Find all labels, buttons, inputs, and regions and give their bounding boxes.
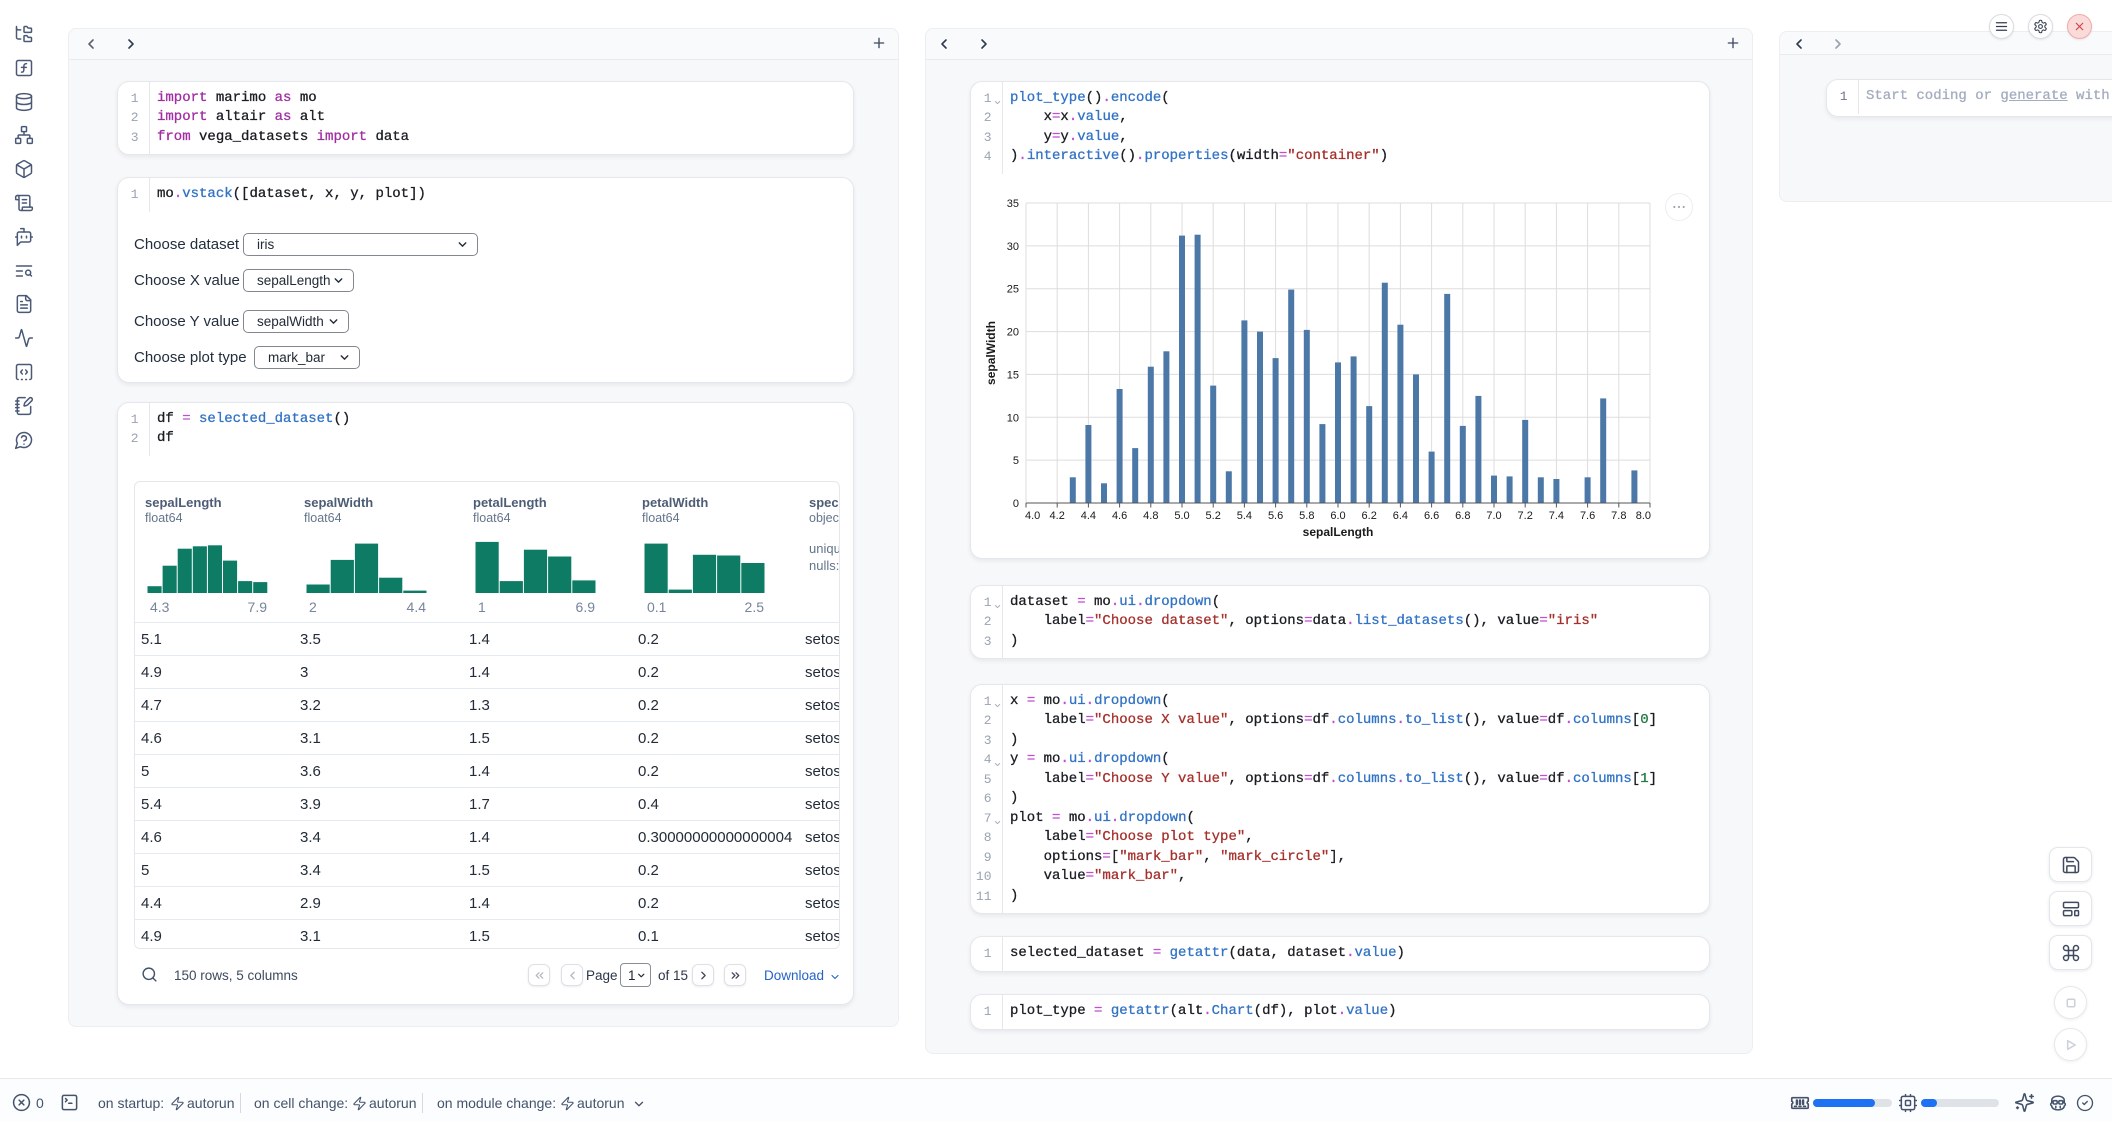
svg-text:7.6: 7.6 xyxy=(1580,510,1595,522)
svg-text:7.8: 7.8 xyxy=(1611,510,1626,522)
svg-text:35: 35 xyxy=(1007,198,1019,210)
svg-text:5.4: 5.4 xyxy=(1237,510,1252,522)
svg-text:4.6: 4.6 xyxy=(1112,510,1127,522)
svg-text:6.0: 6.0 xyxy=(1330,510,1345,522)
svg-text:20: 20 xyxy=(1007,327,1019,339)
svg-text:8.0: 8.0 xyxy=(1636,510,1651,522)
svg-text:6.4: 6.4 xyxy=(1393,510,1408,522)
svg-text:30: 30 xyxy=(1007,241,1019,253)
svg-text:5.8: 5.8 xyxy=(1299,510,1314,522)
svg-text:6.2: 6.2 xyxy=(1362,510,1377,522)
svg-text:sepalWidth: sepalWidth xyxy=(984,321,998,385)
svg-text:6.6: 6.6 xyxy=(1424,510,1439,522)
svg-text:15: 15 xyxy=(1007,369,1019,381)
svg-text:4.0: 4.0 xyxy=(1025,510,1040,522)
svg-text:5.0: 5.0 xyxy=(1174,510,1189,522)
svg-text:4.2: 4.2 xyxy=(1050,510,1065,522)
svg-text:4.8: 4.8 xyxy=(1143,510,1158,522)
svg-text:25: 25 xyxy=(1007,284,1019,296)
svg-text:sepalLength: sepalLength xyxy=(1303,525,1374,539)
svg-text:7.4: 7.4 xyxy=(1549,510,1564,522)
svg-text:7.2: 7.2 xyxy=(1518,510,1533,522)
svg-text:5.6: 5.6 xyxy=(1268,510,1283,522)
svg-text:10: 10 xyxy=(1007,412,1019,424)
svg-text:4.4: 4.4 xyxy=(1081,510,1096,522)
svg-text:0: 0 xyxy=(1013,498,1019,510)
svg-text:5: 5 xyxy=(1013,455,1019,467)
svg-text:7.0: 7.0 xyxy=(1486,510,1501,522)
svg-text:6.8: 6.8 xyxy=(1455,510,1470,522)
svg-text:5.2: 5.2 xyxy=(1206,510,1221,522)
